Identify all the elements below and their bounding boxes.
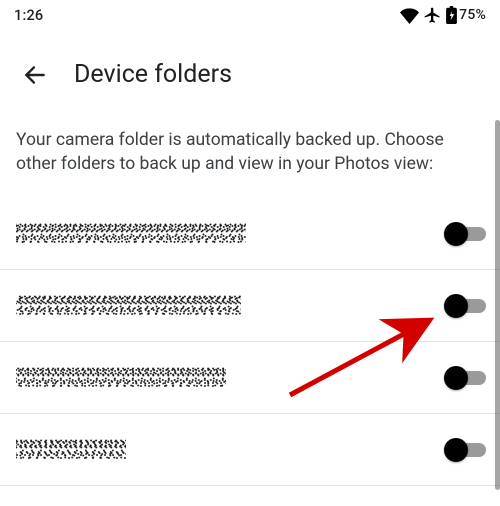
battery-pct: 75% — [459, 7, 486, 23]
page-description: Your camera folder is automatically back… — [0, 101, 500, 176]
folder-row[interactable] — [0, 414, 500, 486]
folder-label — [16, 292, 444, 320]
page-header: Device folders — [0, 28, 500, 101]
back-button[interactable] — [22, 62, 48, 88]
arrow-left-icon — [22, 62, 48, 88]
folder-row[interactable] — [0, 198, 500, 270]
folder-list — [0, 198, 500, 486]
folder-label — [16, 364, 444, 392]
status-icons: 75% — [400, 6, 486, 25]
folder-toggle-2[interactable] — [444, 294, 486, 318]
folder-label — [16, 436, 444, 464]
page-title: Device folders — [74, 60, 232, 89]
status-time: 1:26 — [14, 7, 43, 24]
folder-toggle-3[interactable] — [444, 366, 486, 390]
folder-label — [16, 220, 444, 248]
folder-toggle-1[interactable] — [444, 222, 486, 246]
battery-indicator: 75% — [446, 6, 486, 24]
folder-row[interactable] — [0, 342, 500, 414]
scroll-indicator — [495, 120, 500, 490]
battery-charging-icon — [446, 6, 457, 24]
airplane-mode-icon — [423, 6, 442, 25]
folder-toggle-4[interactable] — [444, 438, 486, 462]
folder-row[interactable] — [0, 270, 500, 342]
wifi-icon — [400, 6, 419, 25]
status-bar: 1:26 75% — [0, 0, 500, 28]
